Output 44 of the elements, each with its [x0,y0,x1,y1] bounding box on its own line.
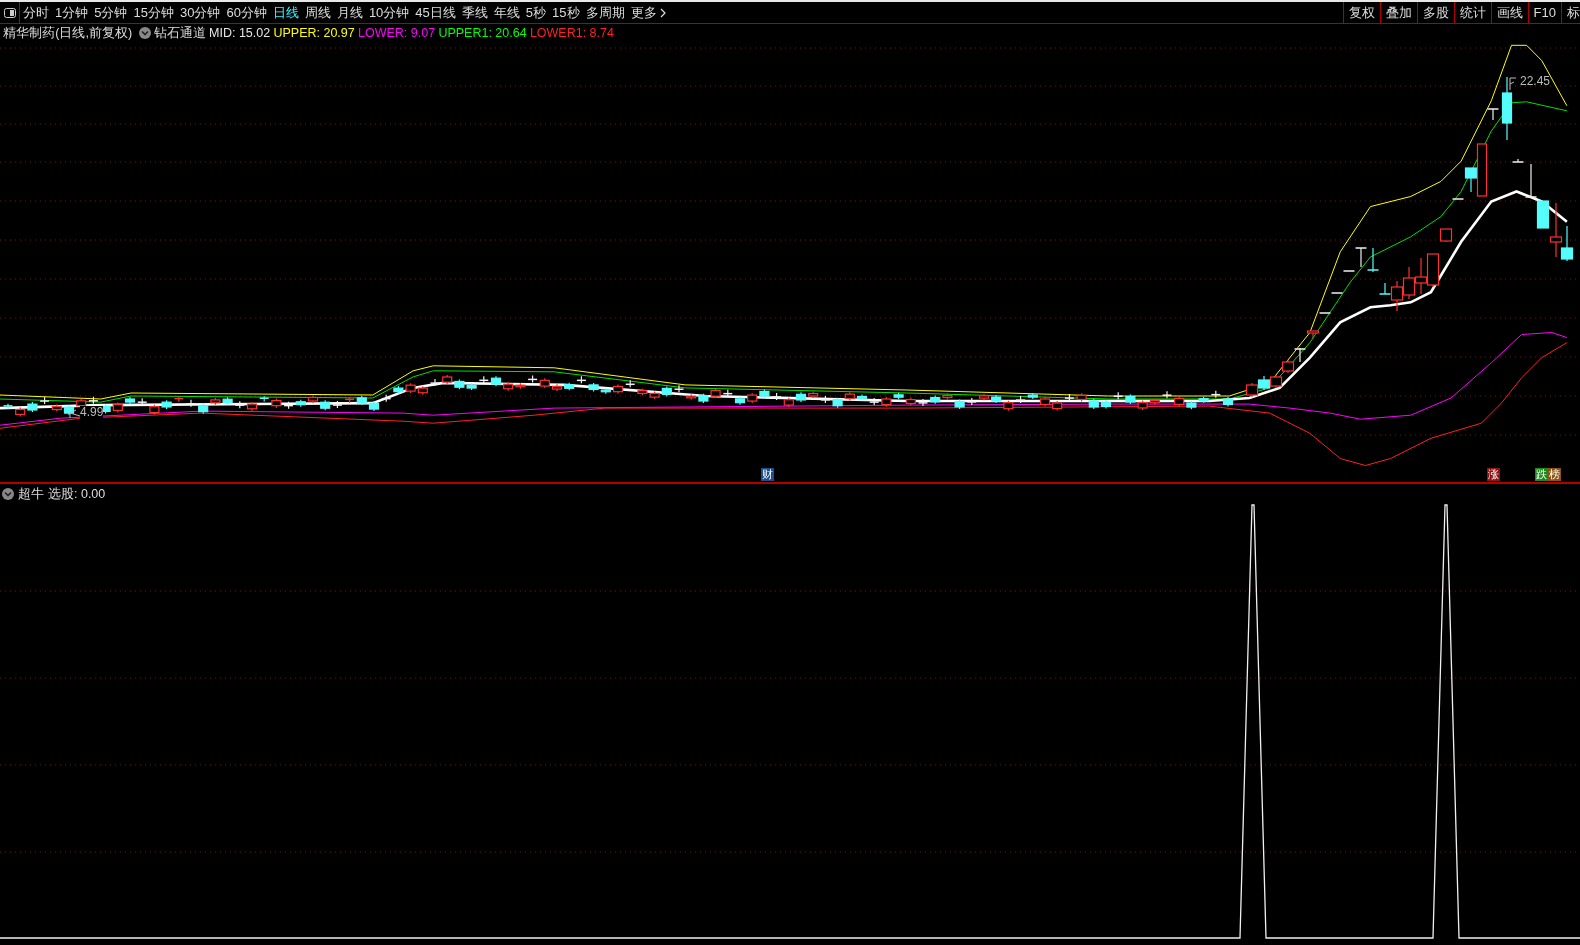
toolbar-button[interactable]: 复权 [1342,2,1380,23]
period-tab[interactable]: 60分钟 [223,2,270,23]
price-label: 4.99 [80,406,104,419]
indicator-value: LOWER1: 8.74 [529,24,614,42]
indicator-value: LOWER: 9.07 [358,24,436,42]
period-tab[interactable]: 10分钟 [365,2,413,23]
toolbar-button[interactable]: 叠加 [1379,2,1417,23]
more-button[interactable]: 更多 [627,2,669,23]
period-tab[interactable]: 15分钟 [130,2,177,23]
indicator-name: 超牛 [18,486,44,503]
pointer-icon [1509,77,1517,91]
period-tab[interactable]: 年线 [490,2,523,23]
period-tab[interactable]: 30分钟 [176,2,224,23]
period-tab[interactable]: 15秒 [549,2,583,23]
pointer-icon [69,409,81,419]
indicator-value: UPPER: 20.97 [273,24,355,42]
event-marker[interactable]: 涨 [1487,468,1500,481]
collapse-icon[interactable] [138,27,151,39]
price-label: 22.45 [1520,75,1551,88]
period-tab[interactable]: 5分钟 [91,2,131,23]
toolbar-button[interactable]: 统计 [1453,2,1491,23]
period-tab[interactable]: 5秒 [522,2,550,23]
period-tab[interactable]: 多周期 [582,2,628,23]
period-tab[interactable]: 季线 [458,2,491,23]
period-tab[interactable]: 日线 [269,2,302,23]
collapse-icon[interactable] [2,488,14,501]
chevron-icon [659,7,666,18]
period-tab[interactable]: 45日线 [412,2,459,23]
indicator-name: 钻石通道 [153,24,206,42]
stock-title: 精华制药(日线,前复权) [3,24,133,42]
period-tab[interactable]: 分时 [20,2,52,23]
toolbar-button[interactable]: 标 [1561,2,1580,23]
indicator-value: MID: 15.02 [209,24,271,42]
toolbar-button[interactable]: 画线 [1490,2,1528,23]
period-tab[interactable]: 1分钟 [52,2,92,23]
event-marker[interactable]: 跌 [1535,468,1548,481]
toolbar-button[interactable]: F10 [1527,2,1561,23]
event-marker[interactable]: 榜 [1548,468,1561,481]
period-tab[interactable]: 月线 [333,2,366,23]
toolbar-button[interactable]: 多股 [1416,2,1454,23]
event-marker[interactable]: 财 [761,468,774,481]
indicator-value: UPPER1: 20.64 [438,24,527,42]
indicator-value: 选股: 0.00 [48,486,106,503]
period-tab[interactable]: 周线 [301,2,334,23]
